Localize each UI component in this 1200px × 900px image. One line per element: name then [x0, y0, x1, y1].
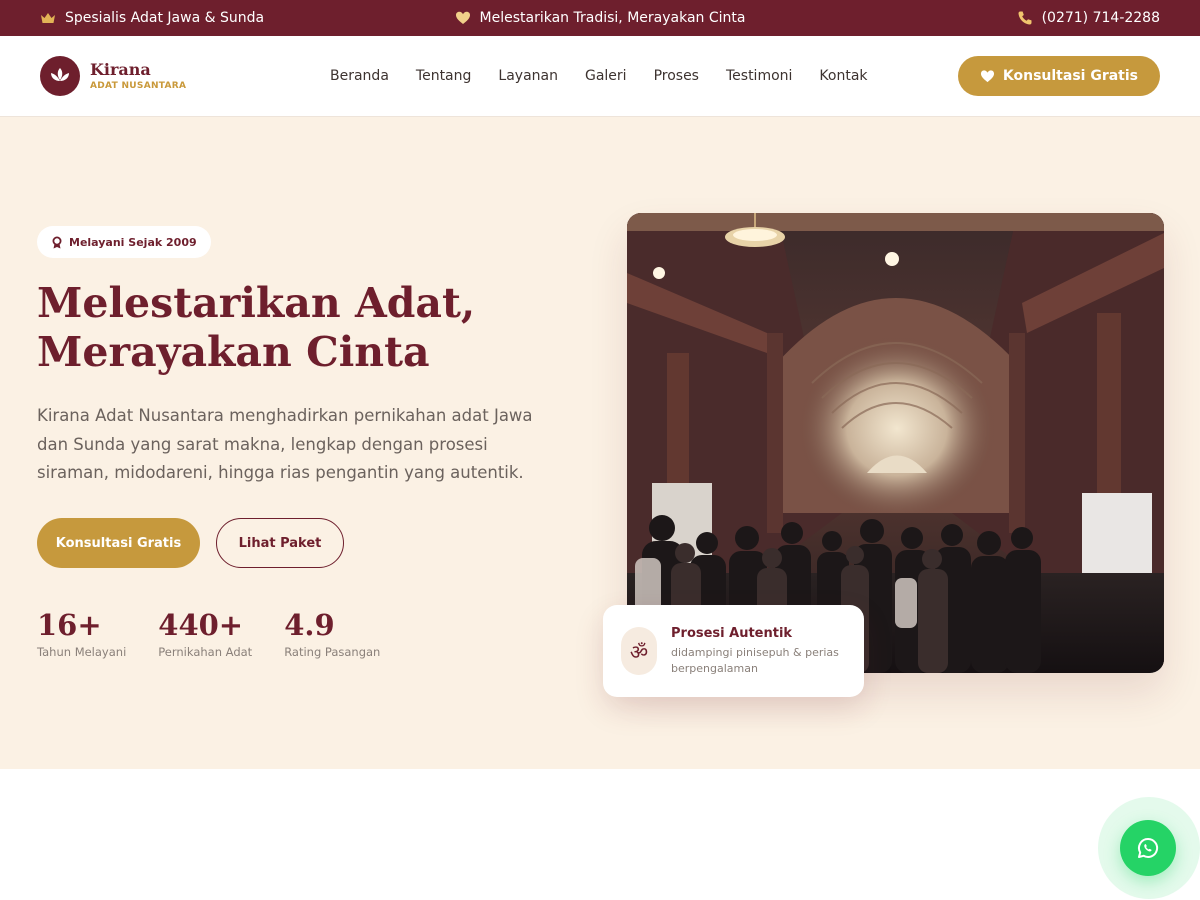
hero-title: Melestarikan Adat, Merayakan Cinta — [37, 279, 577, 377]
heart-icon — [980, 69, 995, 83]
stat-weddings: 440+ Pernikahan Adat — [158, 607, 252, 659]
card-subtitle: didampingi pinisepuh & perias berpengala… — [671, 646, 839, 675]
stat-label: Tahun Melayani — [37, 645, 127, 659]
top-bar: Spesialis Adat Jawa & Sunda Melestarikan… — [0, 0, 1200, 36]
hero-title-line-2: Merayakan Cinta — [37, 328, 430, 376]
stat-label: Pernikahan Adat — [158, 645, 253, 659]
topbar-phone-number[interactable]: (0271) 714-2288 — [1042, 10, 1160, 26]
hero-description: Kirana Adat Nusantara menghadirkan perni… — [37, 406, 533, 482]
stat-value: 16+ — [37, 608, 102, 642]
topbar-phone[interactable]: (0271) 714-2288 — [1017, 0, 1160, 36]
heart-icon — [455, 10, 471, 26]
nav-item-kontak[interactable]: Kontak — [819, 68, 867, 84]
brand-logo[interactable]: Kirana ADAT NUSANTARA — [40, 56, 186, 96]
nav-item-galeri[interactable]: Galeri — [585, 68, 627, 84]
brand-tagline: ADAT NUSANTARA — [90, 81, 187, 91]
whatsapp-icon — [1136, 836, 1160, 860]
card-title: Prosesi Autentik — [671, 626, 793, 641]
whatsapp-button[interactable] — [1120, 820, 1176, 876]
nav-item-tentang[interactable]: Tentang — [416, 68, 472, 84]
header-consultation-button[interactable]: Konsultasi Gratis — [957, 56, 1160, 96]
lotus-icon — [40, 56, 80, 96]
stat-value: 4.9 — [284, 608, 335, 642]
hero-title-line-1: Melestarikan Adat, — [37, 279, 476, 327]
stat-label: Rating Pasangan — [284, 645, 381, 659]
hero-consultation-button[interactable]: Konsultasi Gratis — [37, 518, 200, 568]
om-icon: ॐ — [621, 627, 657, 675]
stat-rating: 4.9 Rating Pasangan — [284, 607, 380, 659]
nav-item-testimoni[interactable]: Testimoni — [726, 68, 792, 84]
stat-value: 440+ — [158, 608, 244, 642]
header-consultation-label: Konsultasi Gratis — [1002, 68, 1138, 84]
authentic-process-card: ॐ Prosesi Autentik didampingi pinisepuh … — [603, 605, 864, 697]
topbar-motto-text: Melestarikan Tradisi, Merayakan Cinta — [479, 10, 746, 26]
nav-item-layanan[interactable]: Layanan — [498, 68, 558, 84]
site-header: Kirana ADAT NUSANTARA Beranda Tentang La… — [0, 36, 1200, 117]
hero-stats: 16+ Tahun Melayani 440+ Pernikahan Adat … — [37, 607, 380, 659]
hero-section: Melayani Sejak 2009 Melestarikan Adat, M… — [0, 117, 1200, 769]
view-packages-button[interactable]: Lihat Paket — [216, 518, 344, 568]
nav-item-proses[interactable]: Proses — [654, 68, 699, 84]
phone-icon — [1017, 10, 1033, 26]
main-nav: Beranda Tentang Layanan Galeri Proses Te… — [330, 36, 868, 116]
hero-image — [627, 213, 1164, 673]
stat-years: 16+ Tahun Melayani — [37, 607, 126, 659]
nav-item-beranda[interactable]: Beranda — [330, 68, 389, 84]
award-icon — [51, 236, 63, 249]
since-badge: Melayani Sejak 2009 — [37, 226, 211, 258]
brand-name: Kirana — [90, 60, 151, 79]
since-badge-text: Melayani Sejak 2009 — [69, 235, 197, 249]
